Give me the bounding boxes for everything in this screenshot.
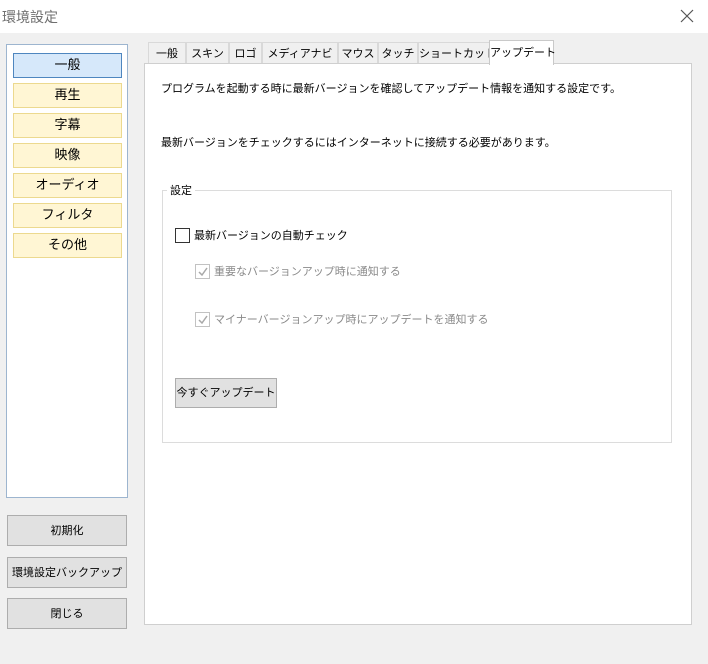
tab-media-navi[interactable]: メディアナビ — [262, 42, 338, 64]
tab-touch[interactable]: タッチ — [378, 42, 418, 64]
sidebar-item-video[interactable]: 映像 — [13, 143, 122, 168]
tab-mouse[interactable]: マウス — [338, 42, 378, 64]
internet-note-text: 最新バージョンをチェックするにはインターネットに接続する必要があります。 — [161, 136, 556, 149]
close-window-button[interactable] — [672, 3, 702, 29]
update-now-button[interactable]: 今すぐアップデート — [175, 378, 277, 408]
close-icon — [680, 9, 694, 23]
tab-skin[interactable]: スキン — [186, 42, 229, 64]
close-button[interactable]: 閉じる — [7, 598, 127, 629]
initialize-button[interactable]: 初期化 — [7, 515, 127, 546]
notify-major-label: 重要なバージョンアップ時に通知する — [214, 265, 401, 278]
auto-check-label: 最新バージョンの自動チェック — [194, 229, 348, 242]
update-settings-panel: プログラムを起動する時に最新バージョンを確認してアップデート情報を通知する設定で… — [144, 63, 692, 625]
tab-general[interactable]: 一般 — [148, 42, 186, 64]
backup-settings-button[interactable]: 環境設定バックアップ — [7, 557, 127, 588]
tab-update[interactable]: アップデート — [489, 40, 556, 65]
auto-check-checkbox[interactable] — [175, 228, 190, 243]
sidebar-item-subtitles[interactable]: 字幕 — [13, 113, 122, 138]
sidebar-item-playback[interactable]: 再生 — [13, 83, 122, 108]
settings-group-label: 設定 — [167, 182, 195, 198]
notify-major-checkbox[interactable] — [195, 264, 210, 279]
notify-minor-label: マイナーバージョンアップ時にアップデートを通知する — [214, 313, 489, 326]
tab-logo[interactable]: ロゴ — [229, 42, 262, 64]
checkmark-icon — [198, 315, 208, 325]
sidebar-item-general[interactable]: 一般 — [13, 53, 122, 78]
checkmark-icon — [198, 267, 208, 277]
title-bar: 環境設定 — [0, 0, 708, 33]
description-text: プログラムを起動する時に最新バージョンを確認してアップデート情報を通知する設定で… — [161, 82, 622, 95]
sidebar-item-other[interactable]: その他 — [13, 233, 122, 258]
sidebar-item-filter[interactable]: フィルタ — [13, 203, 122, 228]
window-title: 環境設定 — [2, 10, 58, 26]
sidebar-item-audio[interactable]: オーディオ — [13, 173, 122, 198]
category-list: 一般 再生 字幕 映像 オーディオ フィルタ その他 — [6, 44, 128, 498]
notify-minor-checkbox[interactable] — [195, 312, 210, 327]
tab-shortcut[interactable]: ショートカット — [418, 42, 496, 64]
